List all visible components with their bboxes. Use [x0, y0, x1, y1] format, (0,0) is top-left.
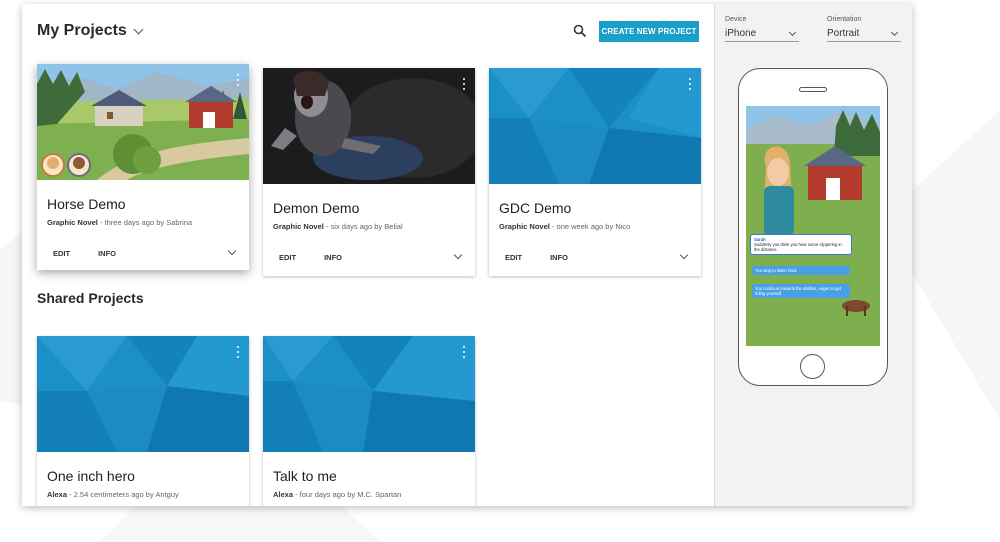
project-card[interactable]: Demon Demo Graphic Novel - six days ago …	[263, 68, 475, 276]
project-thumbnail[interactable]	[489, 68, 701, 184]
device-value: iPhone	[725, 28, 757, 39]
project-card[interactable]: Horse Demo Graphic Novel - three days ag…	[37, 64, 249, 270]
project-thumbnail[interactable]	[37, 64, 249, 180]
project-name[interactable]: GDC Demo	[499, 200, 571, 216]
device-select[interactable]: iPhone	[725, 26, 799, 42]
card-actions: EDIT INFO	[53, 249, 116, 258]
placeholder-pattern-image	[489, 68, 701, 184]
more-options-icon[interactable]	[236, 74, 240, 86]
expand-chevron-icon[interactable]	[679, 250, 689, 260]
phone-speaker	[799, 87, 827, 92]
placeholder-pattern-image	[263, 336, 475, 452]
more-options-icon[interactable]	[688, 78, 692, 90]
chevron-down-icon	[890, 28, 899, 36]
project-name[interactable]: One inch hero	[47, 468, 135, 484]
expand-chevron-icon[interactable]	[227, 246, 237, 256]
phone-screen[interactable]: Sarah Suddenly you think you hear some c…	[746, 106, 880, 346]
project-name[interactable]: Horse Demo	[47, 196, 126, 212]
project-meta: Alexa - 2.54 centimeters ago by Antguy	[47, 490, 179, 499]
edit-button[interactable]: EDIT	[279, 253, 296, 262]
home-button	[800, 354, 825, 379]
info-button[interactable]: INFO	[324, 253, 342, 262]
edit-button[interactable]: EDIT	[505, 253, 522, 262]
search-icon[interactable]	[573, 24, 587, 38]
project-thumbnail[interactable]	[263, 68, 475, 184]
orientation-label: Orientation	[827, 16, 862, 23]
project-meta: Graphic Novel - six days ago by Belial	[273, 222, 403, 231]
create-new-project-button[interactable]: CREATE NEW PROJECT	[599, 21, 699, 42]
expand-chevron-icon[interactable]	[453, 250, 463, 260]
card-actions: EDIT INFO	[279, 253, 342, 262]
project-name[interactable]: Demon Demo	[273, 200, 359, 216]
project-meta: Alexa - four days ago by M.C. Spartan	[273, 490, 402, 499]
phone-preview: Sarah Suddenly you think you hear some c…	[738, 68, 888, 386]
chevron-down-icon	[133, 24, 144, 34]
placeholder-pattern-image	[37, 336, 249, 452]
preview-panel: Device iPhone Orientation Portrait Sarah…	[714, 4, 912, 506]
orientation-value: Portrait	[827, 28, 860, 39]
project-card[interactable]: GDC Demo Graphic Novel - one week ago by…	[489, 68, 701, 276]
page-title: My Projects	[37, 22, 127, 39]
project-thumbnail[interactable]	[263, 336, 475, 452]
project-name[interactable]: Talk to me	[273, 468, 337, 484]
project-thumbnail[interactable]	[37, 336, 249, 452]
project-meta: Graphic Novel - one week ago by Nico	[499, 222, 631, 231]
project-card[interactable]: One inch hero Alexa - 2.54 centimeters a…	[37, 336, 249, 506]
app-window: My Projects CREATE NEW PROJECT Horse Dem…	[22, 4, 912, 506]
device-label: Device	[725, 16, 747, 23]
edit-button[interactable]: EDIT	[53, 249, 70, 258]
story-choice-button[interactable]: You stop to listen hard.	[752, 266, 850, 275]
chevron-down-icon	[788, 28, 797, 36]
story-scene-image	[746, 106, 880, 346]
project-meta: Graphic Novel - three days ago by Sabrin…	[47, 218, 193, 227]
card-actions: EDIT INFO	[505, 253, 568, 262]
projects-dropdown[interactable]: My Projects	[37, 22, 144, 40]
main-panel: My Projects CREATE NEW PROJECT Horse Dem…	[22, 4, 714, 506]
story-choice-button[interactable]: You continue towards the stables, eager …	[752, 284, 850, 298]
demon-scene-image	[263, 68, 475, 184]
more-options-icon[interactable]	[236, 346, 240, 358]
orientation-select[interactable]: Portrait	[827, 26, 901, 42]
info-button[interactable]: INFO	[98, 249, 116, 258]
dialogue-box: Sarah Suddenly you think you hear some c…	[750, 234, 852, 255]
more-options-icon[interactable]	[462, 346, 466, 358]
project-card[interactable]: Talk to me Alexa - four days ago by M.C.…	[263, 336, 475, 506]
info-button[interactable]: INFO	[550, 253, 568, 262]
more-options-icon[interactable]	[462, 78, 466, 90]
farm-scene-image	[37, 64, 249, 180]
shared-projects-heading: Shared Projects	[37, 290, 144, 306]
dialogue-line: Suddenly you think you hear some clipper…	[754, 242, 842, 252]
